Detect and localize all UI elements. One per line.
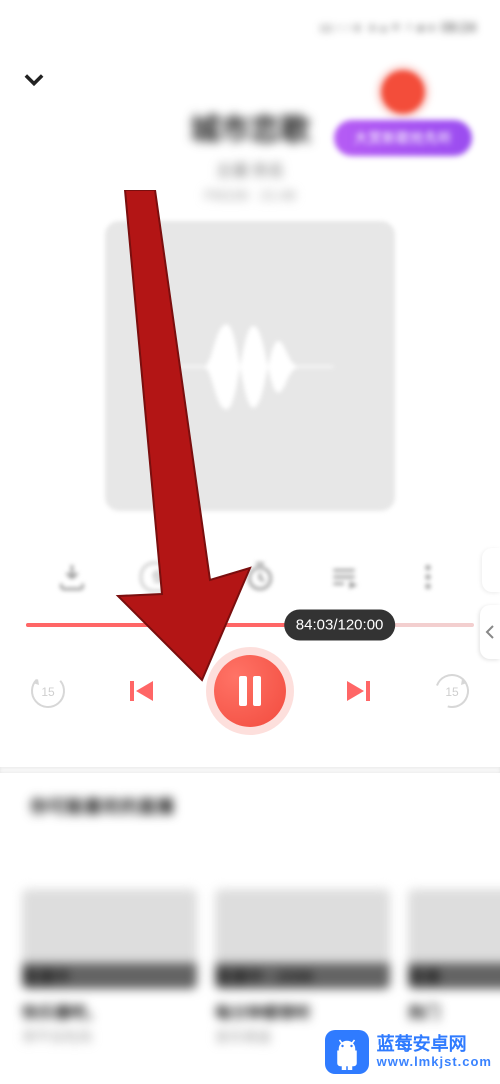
action-row: 倍速 xyxy=(0,561,500,593)
track-artist: 主播 佚名 xyxy=(0,157,500,181)
card-subtitle: 停不住吃肉 xyxy=(22,1027,197,1047)
svg-text:15: 15 xyxy=(41,685,55,699)
card-image: 直播中 xyxy=(22,889,197,989)
card-tag: 直播 xyxy=(408,963,500,989)
card-tag: 直播中 · 2098 xyxy=(215,963,390,989)
recommend-heading: 你可能喜欢的直播 xyxy=(0,773,500,829)
recommend-card[interactable]: 直播 热门 xyxy=(408,889,500,1047)
card-title: 热门 xyxy=(408,999,500,1023)
recommend-card[interactable]: 直播中 · 2098 每分钟都想听 音乐频道 xyxy=(215,889,390,1047)
card-tag: 直播中 xyxy=(22,963,197,989)
rewind-15-button[interactable]: 15 xyxy=(28,671,68,711)
svg-text:15: 15 xyxy=(445,685,459,699)
progress-tooltip: 84:03/120:00 xyxy=(284,610,396,641)
playback-controls: 15 15 xyxy=(28,655,472,727)
card-image: 直播 xyxy=(408,889,500,989)
recommend-row[interactable]: 直播中 快乐播吧， 停不住吃肉 直播中 · 2098 每分钟都想听 音乐频道 直… xyxy=(0,889,500,1047)
edge-tab-upper[interactable] xyxy=(482,548,500,592)
watermark-title: 蓝莓安卓网 xyxy=(377,1035,492,1055)
speed-button[interactable]: 倍速 xyxy=(140,562,192,592)
waveform-icon xyxy=(160,316,340,416)
watermark-text: 蓝莓安卓网 www.lmkjst.com xyxy=(377,1035,492,1069)
watermark-url: www.lmkjst.com xyxy=(377,1055,492,1069)
recommend-card[interactable]: 直播中 快乐播吧， 停不住吃肉 xyxy=(22,889,197,1047)
watermark-android-icon xyxy=(325,1030,369,1074)
card-title: 每分钟都想听 xyxy=(215,999,390,1023)
pause-button[interactable] xyxy=(214,655,286,727)
watermark: 蓝莓安卓网 www.lmkjst.com xyxy=(325,1030,492,1074)
collapse-chevron-icon[interactable] xyxy=(20,65,48,93)
track-title: 城市恋歌 xyxy=(0,105,500,149)
progress-track xyxy=(26,623,474,627)
status-bar: ▭ ◦ ◦ ◐ ◑ ◒ ◓ ◔ ◕ ◐ 09:24 xyxy=(0,0,500,55)
previous-track-button[interactable] xyxy=(121,671,161,711)
next-track-button[interactable] xyxy=(339,671,379,711)
edge-expand-tab[interactable] xyxy=(480,605,500,659)
card-image: 直播中 · 2098 xyxy=(215,889,390,989)
track-meta: FM106 · 21:48 xyxy=(0,187,500,203)
playlist-icon[interactable] xyxy=(328,561,360,593)
track-title-block: 城市恋歌 主播 佚名 FM106 · 21:48 xyxy=(0,105,500,203)
download-icon[interactable] xyxy=(56,561,88,593)
progress-bar[interactable]: 84:03/120:00 xyxy=(26,623,474,627)
forward-15-button[interactable]: 15 xyxy=(432,671,472,711)
more-icon[interactable] xyxy=(412,561,444,593)
timer-icon[interactable] xyxy=(244,561,276,593)
chevron-left-icon xyxy=(485,624,495,640)
card-title: 快乐播吧， xyxy=(22,999,197,1023)
cover-art xyxy=(105,221,395,511)
